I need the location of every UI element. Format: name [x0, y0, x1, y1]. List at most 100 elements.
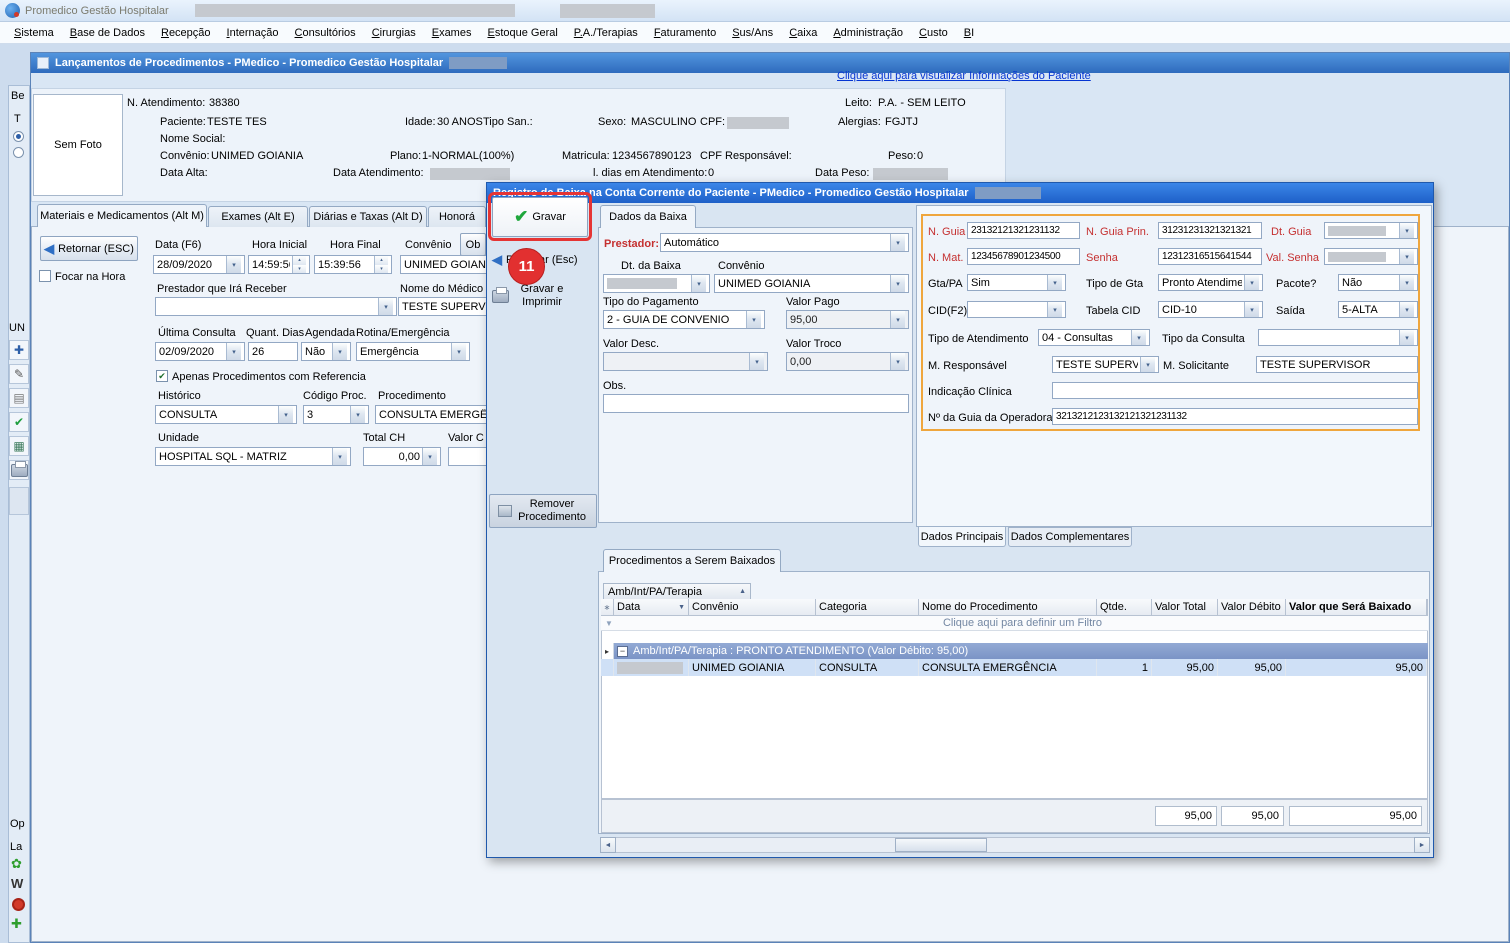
row-cell-valor-total[interactable]: 95,00	[1152, 659, 1218, 676]
dialog-convenio-combo[interactable]: UNIMED GOIANIA ▾	[714, 274, 909, 293]
menu-custo[interactable]: Custo	[911, 24, 956, 42]
dropdown-arrow-icon[interactable]: ▾	[226, 343, 241, 360]
dropdown-arrow-icon[interactable]: ▾	[1399, 330, 1414, 345]
tab-diarias-taxas[interactable]: Diárias e Taxas (Alt D)	[309, 206, 427, 227]
menu-caixa[interactable]: Caixa	[781, 24, 825, 42]
saida-combo[interactable]: 5-ALTA ▾	[1338, 301, 1418, 318]
horizontal-scrollbar[interactable]	[600, 837, 1430, 853]
spin-down-icon[interactable]: ▾	[375, 265, 388, 274]
plus-icon[interactable]: ✚	[11, 916, 22, 932]
codigo-proc-combo[interactable]: 3 ▾	[303, 405, 369, 424]
menu-estoque-geral[interactable]: Estoque Geral	[479, 24, 565, 42]
tipo-pagamento-combo[interactable]: 2 - GUIA DE CONVENIO ▾	[603, 310, 765, 329]
menu-recepcao[interactable]: Recepção	[153, 24, 219, 42]
dropdown-arrow-icon[interactable]: ▾	[691, 275, 706, 292]
scrollbar-thumb[interactable]	[895, 838, 987, 852]
tab-dados-complementares[interactable]: Dados Complementares	[1008, 527, 1132, 547]
dropdown-arrow-icon[interactable]: ▾	[226, 256, 241, 273]
tipo-gta-combo[interactable]: Pronto Atendimento ▾	[1158, 274, 1263, 291]
tipo-consulta-combo[interactable]: ▾	[1258, 329, 1418, 346]
menu-pa-terapias[interactable]: P.A./Terapias	[566, 24, 646, 42]
cid-combo[interactable]: ▾	[967, 301, 1066, 318]
list-icon[interactable]: ▤	[9, 388, 29, 408]
row-cell-data[interactable]	[614, 659, 689, 676]
dropdown-arrow-icon[interactable]: ▾	[332, 343, 347, 360]
menu-exames[interactable]: Exames	[424, 24, 480, 42]
dropdown-arrow-icon[interactable]: ▾	[378, 298, 393, 315]
dropdown-arrow-icon[interactable]: ▾	[1244, 275, 1259, 290]
group-by-box[interactable]: Amb/Int/PA/Terapia ▲	[603, 583, 751, 600]
grid-icon[interactable]: ▦	[9, 436, 29, 456]
rotina-combo[interactable]: Emergência ▾	[356, 342, 470, 361]
hora-final-spinner[interactable]: 15:39:56 ▴▾	[314, 255, 392, 274]
dropdown-arrow-icon[interactable]: ▾	[422, 448, 437, 465]
grid-header-data[interactable]: Data ▼	[614, 599, 689, 616]
prestador-receber-combo[interactable]: ▾	[155, 297, 397, 316]
dropdown-arrow-icon[interactable]: ▾	[332, 448, 347, 465]
gravar-imprimir-button[interactable]: Gravar e Imprimir	[492, 279, 592, 313]
apenas-ref-checkbox[interactable]: ✔	[156, 370, 168, 382]
menu-faturamento[interactable]: Faturamento	[646, 24, 724, 42]
tab-procedimentos-baixados[interactable]: Procedimentos a Serem Baixados	[603, 549, 781, 572]
tab-dados-baixa[interactable]: Dados da Baixa	[600, 205, 696, 228]
tab-dados-principais[interactable]: Dados Principais	[918, 527, 1006, 547]
gta-pa-combo[interactable]: Sim ▾	[967, 274, 1066, 291]
obs-input[interactable]	[603, 394, 909, 413]
agendada-combo[interactable]: Não ▾	[301, 342, 351, 361]
dropdown-arrow-icon[interactable]: ▾	[890, 275, 905, 292]
red-circle-icon[interactable]	[12, 898, 25, 911]
dropdown-arrow-icon[interactable]: ▾	[1399, 249, 1414, 264]
dock-blank-button[interactable]	[9, 487, 29, 515]
row-cell-categoria[interactable]: CONSULTA	[816, 659, 919, 676]
dropdown-arrow-icon[interactable]: ▾	[1140, 357, 1155, 372]
senha-input[interactable]: 12312316515641544	[1158, 248, 1262, 265]
dt-guia-combo[interactable]: ▾	[1324, 222, 1418, 239]
grid-header-convenio[interactable]: Convênio	[689, 599, 816, 616]
val-senha-combo[interactable]: ▾	[1324, 248, 1418, 265]
dropdown-arrow-icon[interactable]: ▾	[1131, 330, 1146, 345]
grid-header-valor-baixado[interactable]: Valor que Será Baixado	[1286, 599, 1427, 616]
dock-radio-1[interactable]	[13, 131, 24, 142]
menu-administracao[interactable]: Administração	[825, 24, 911, 42]
n-guia-operadora-input[interactable]: 3213212123132121321231132	[1052, 408, 1418, 425]
dropdown-arrow-icon[interactable]: ▾	[278, 406, 293, 423]
quant-dias-input[interactable]: 26	[248, 342, 298, 361]
dropdown-arrow-icon[interactable]: ▾	[350, 406, 365, 423]
menu-sus-ans[interactable]: Sus/Ans	[724, 24, 781, 42]
hora-inicial-spinner[interactable]: 14:59:56 ▴▾	[248, 255, 310, 274]
add-icon[interactable]: ✚	[9, 340, 29, 360]
scroll-left-button[interactable]: ◄	[600, 837, 616, 853]
grid-filter-row[interactable]: ▼ Clique aqui para definir um Filtro	[601, 616, 1428, 631]
row-cell-valor-debito[interactable]: 95,00	[1218, 659, 1286, 676]
flower-icon[interactable]: ✿	[11, 856, 22, 872]
n-guia-prin-input[interactable]: 31231231321321321	[1158, 222, 1262, 239]
n-mat-input[interactable]: 12345678901234500	[967, 248, 1080, 265]
check-icon[interactable]: ✔	[9, 412, 29, 432]
data-f6-combo[interactable]: 28/09/2020 ▾	[153, 255, 245, 274]
menu-base-de-dados[interactable]: Base de Dados	[62, 24, 153, 42]
dropdown-arrow-icon[interactable]: ▾	[1244, 302, 1259, 317]
dropdown-arrow-icon[interactable]: ▾	[1399, 223, 1414, 238]
dialog-prestador-combo[interactable]: Automático ▾	[660, 233, 909, 252]
dropdown-arrow-icon[interactable]: ▾	[1047, 302, 1062, 317]
indicacao-clinica-input[interactable]	[1052, 382, 1418, 399]
tipo-atendimento-combo[interactable]: 04 - Consultas ▾	[1038, 329, 1150, 346]
menu-sistema[interactable]: Sistema	[6, 24, 62, 42]
m-solicitante-input[interactable]: TESTE SUPERVISOR	[1256, 356, 1418, 373]
focar-checkbox[interactable]	[39, 270, 51, 282]
unidade-combo[interactable]: HOSPITAL SQL - MATRIZ ▾	[155, 447, 351, 466]
pacote-combo[interactable]: Não ▾	[1338, 274, 1418, 291]
m-responsavel-combo[interactable]: TESTE SUPERVIS ▾	[1052, 356, 1159, 373]
tab-exames[interactable]: Exames (Alt E)	[208, 206, 308, 227]
dock-radio-2[interactable]	[13, 147, 24, 158]
menu-cirurgias[interactable]: Cirurgias	[364, 24, 424, 42]
retornar-button[interactable]: ◀ Retornar (ESC)	[40, 236, 138, 261]
dropdown-arrow-icon[interactable]: ▾	[746, 311, 761, 328]
dropdown-arrow-icon[interactable]: ▾	[1399, 275, 1414, 290]
tab-honorarios[interactable]: Honorá	[428, 206, 486, 227]
row-cell-qtde[interactable]: 1	[1097, 659, 1152, 676]
grid-header-nome-procedimento[interactable]: Nome do Procedimento	[919, 599, 1097, 616]
dropdown-arrow-icon[interactable]: ▾	[1399, 302, 1414, 317]
menu-consultorios[interactable]: Consultórios	[287, 24, 364, 42]
spin-up-icon[interactable]: ▴	[375, 256, 388, 265]
